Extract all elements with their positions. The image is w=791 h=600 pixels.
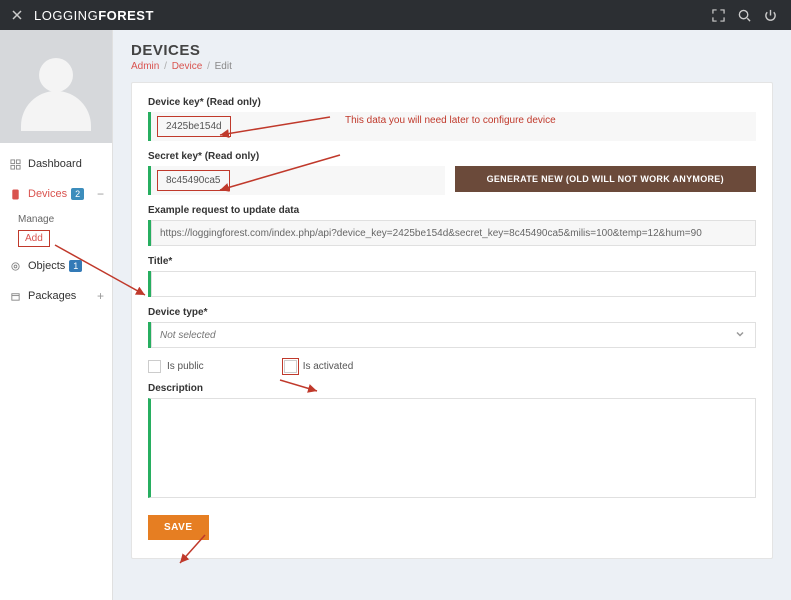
checkbox-icon[interactable] [284, 360, 297, 373]
sidebar-item-devices[interactable]: Devices 2 − [0, 179, 112, 209]
fullscreen-icon[interactable] [707, 4, 729, 26]
badge: 1 [69, 260, 82, 272]
secret-key-value: 8c45490ca5 [157, 170, 230, 191]
save-button[interactable]: SAVE [148, 515, 209, 540]
objects-icon [8, 259, 22, 273]
description-textarea[interactable] [148, 398, 756, 498]
title-input[interactable] [151, 271, 756, 297]
sidebar-sub-manage[interactable]: Manage [18, 211, 112, 228]
sidebar-item-dashboard[interactable]: Dashboard [0, 149, 112, 179]
avatar [0, 30, 112, 143]
sidebar-item-packages[interactable]: Packages + [0, 281, 112, 311]
collapse-icon[interactable]: − [97, 187, 104, 201]
breadcrumb: Admin / Device / Edit [131, 61, 773, 72]
sidebar-item-objects[interactable]: Objects 1 [0, 251, 112, 281]
sidebar-item-label: Dashboard [28, 158, 82, 170]
generate-new-button[interactable]: GENERATE NEW (OLD WILL NOT WORK ANYMORE) [455, 166, 757, 192]
device-type-label: Device type* [148, 307, 756, 318]
brand: LOGGINGFOREST [34, 8, 154, 23]
is-activated-checkbox[interactable]: Is activated [284, 360, 354, 373]
packages-icon [8, 289, 22, 303]
page-title: DEVICES [131, 42, 773, 59]
dashboard-icon [8, 157, 22, 171]
sidebar-sub-add[interactable]: Add [18, 230, 50, 247]
crumb-current: Edit [215, 61, 232, 72]
is-public-label: Is public [167, 361, 204, 372]
power-icon[interactable] [759, 4, 781, 26]
close-icon[interactable] [10, 8, 24, 22]
device-key-value: 2425be154d [157, 116, 231, 137]
main-content: DEVICES Admin / Device / Edit Device key… [113, 30, 791, 600]
crumb-device[interactable]: Device [172, 61, 203, 72]
topbar: LOGGINGFOREST [0, 0, 791, 30]
title-label: Title* [148, 256, 756, 267]
description-label: Description [148, 383, 756, 394]
crumb-admin[interactable]: Admin [131, 61, 159, 72]
sidebar: Dashboard Devices 2 − Manage Add Objects… [0, 30, 113, 600]
example-request-value[interactable] [151, 220, 756, 246]
is-public-checkbox[interactable]: Is public [148, 360, 204, 373]
checkbox-icon[interactable] [148, 360, 161, 373]
sidebar-item-label: Packages [28, 290, 76, 302]
devices-submenu: Manage Add [0, 209, 112, 251]
example-request-label: Example request to update data [148, 205, 756, 216]
badge: 2 [71, 188, 84, 200]
is-activated-label: Is activated [303, 361, 354, 372]
secret-key-label: Secret key* (Read only) [148, 151, 756, 162]
device-type-select[interactable] [151, 322, 756, 348]
search-icon[interactable] [733, 4, 755, 26]
sidebar-item-label: Objects [28, 260, 65, 272]
device-icon [8, 187, 22, 201]
sidebar-item-label: Devices [28, 188, 67, 200]
form-card: Device key* (Read only) 2425be154d Secre… [131, 82, 773, 559]
device-key-label: Device key* (Read only) [148, 97, 756, 108]
expand-icon[interactable]: + [97, 289, 104, 303]
